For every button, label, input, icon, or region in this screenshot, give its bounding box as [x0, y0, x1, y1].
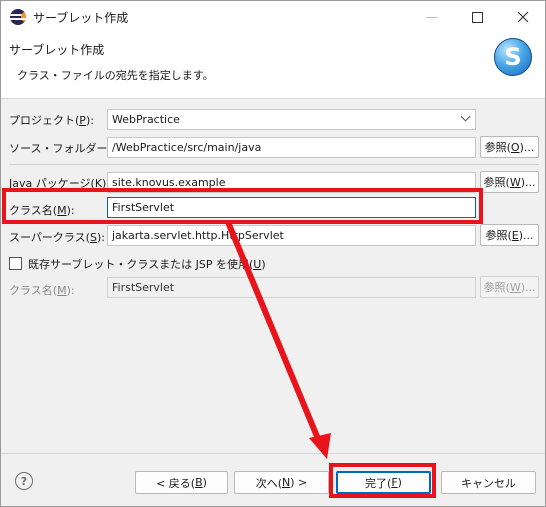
- use-existing-servlet-checkbox[interactable]: [9, 257, 22, 270]
- servlet-logo-icon: S: [494, 38, 532, 76]
- java-package-input[interactable]: site.knovus.example: [107, 172, 476, 193]
- finish-button[interactable]: 完了(F): [336, 471, 431, 494]
- project-label: プロジェクト(P):: [9, 114, 94, 127]
- servlet-wizard-dialog: サーブレット作成 サーブレット作成 クラス・ファイルの宛先を指定します。 S プ…: [0, 0, 546, 507]
- close-button[interactable]: [500, 1, 546, 33]
- superclass-input[interactable]: jakarta.servlet.http.HttpServlet: [107, 225, 476, 246]
- source-folder-input[interactable]: /WebPractice/src/main/java: [107, 137, 476, 158]
- superclass-browse-button[interactable]: 参照(E)...: [480, 224, 539, 246]
- back-button[interactable]: < 戻る(B): [135, 471, 228, 494]
- java-package-label: Java パッケージ(K):: [9, 177, 110, 190]
- chevron-down-icon: [460, 111, 471, 122]
- maximize-button[interactable]: [454, 1, 500, 33]
- existing-class-name-label: クラス名(M):: [9, 284, 75, 297]
- footer-separator: [1, 453, 545, 454]
- source-folder-browse-button[interactable]: 参照(O)...: [480, 136, 539, 158]
- cancel-button[interactable]: キャンセル: [441, 471, 536, 494]
- maximize-icon: [471, 11, 483, 23]
- use-existing-servlet-label[interactable]: 既存サーブレット・クラスまたは JSP を使用(U): [28, 256, 266, 272]
- banner-title: サーブレット作成: [9, 43, 105, 57]
- project-combo[interactable]: WebPractice: [107, 109, 476, 130]
- class-name-input[interactable]: FirstServlet: [107, 197, 476, 218]
- superclass-label: スーパークラス(S):: [9, 231, 105, 244]
- project-value: WebPractice: [112, 113, 180, 126]
- minimize-button[interactable]: [408, 1, 454, 33]
- help-icon[interactable]: ?: [15, 472, 33, 490]
- separator: [9, 164, 539, 165]
- banner-description: クラス・ファイルの宛先を指定します。: [17, 69, 214, 82]
- java-package-browse-button[interactable]: 参照(W)...: [480, 171, 539, 193]
- next-button[interactable]: 次へ(N) >: [234, 471, 329, 494]
- class-name-label: クラス名(M):: [9, 204, 75, 217]
- wizard-banner: サーブレット作成 クラス・ファイルの宛先を指定します。 S: [1, 33, 545, 99]
- window-title: サーブレット作成: [33, 11, 129, 25]
- existing-class-name-input: FirstServlet: [107, 277, 476, 298]
- close-icon: [517, 11, 529, 23]
- title-bar: サーブレット作成: [1, 1, 545, 33]
- existing-class-browse-button: 参照(W)...: [480, 276, 539, 298]
- minimize-icon: [425, 16, 437, 18]
- eclipse-logo-icon: [10, 9, 26, 25]
